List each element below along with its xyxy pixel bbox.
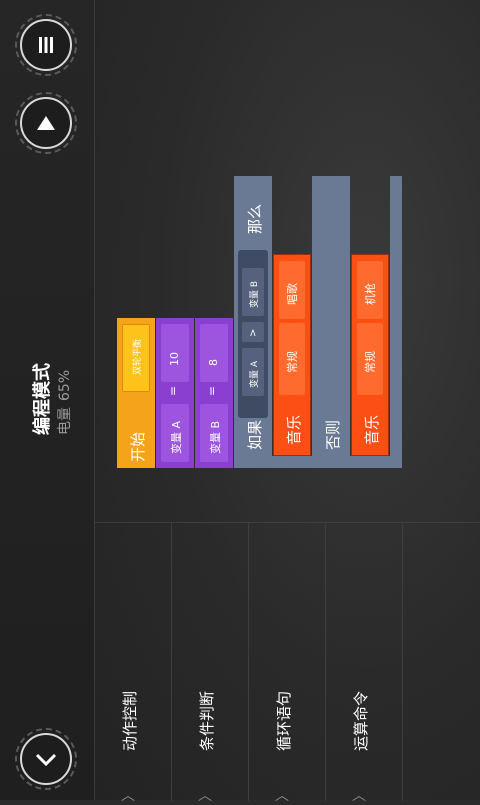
music-2-type: 常规: [364, 351, 377, 373]
if-block[interactable]: 那么 变量 B > 变量 A 如果: [234, 176, 272, 468]
left-panel: 编程模式 电量 65%: [0, 0, 95, 800]
category-condition[interactable]: 条件判断 ︿: [172, 523, 249, 804]
battery-label: 电量: [57, 407, 73, 435]
music-block-2[interactable]: 机枪 常规 音乐: [351, 254, 389, 456]
if-condition[interactable]: 变量 B > 变量 A: [238, 250, 268, 418]
var-b-value-slot[interactable]: 8: [200, 324, 228, 382]
start-label: 开始: [129, 431, 147, 462]
music-1-song: 唱歌: [286, 283, 299, 305]
if-right-slot[interactable]: 变量 B: [242, 268, 264, 316]
chevron-up-icon: ︿: [352, 788, 366, 804]
var-a-value-slot[interactable]: 10: [161, 324, 189, 382]
category-bar: 动作控制 ︿ 条件判断 ︿ 循环语句 ︿ 运算命令 ︿: [95, 522, 480, 804]
var-a-block[interactable]: 10 = 变量 A: [156, 318, 194, 468]
scroll-down-button[interactable]: [15, 728, 77, 790]
music-1-song-slot[interactable]: 唱歌: [279, 261, 305, 319]
music-2-song: 机枪: [364, 283, 377, 305]
music-1-label: 音乐: [285, 414, 303, 445]
else-block[interactable]: 否则: [312, 176, 350, 468]
if-left-slot[interactable]: 变量 A: [242, 348, 264, 396]
category-label: 运算命令: [352, 690, 370, 751]
category-operation[interactable]: 运算命令 ︿: [326, 523, 403, 804]
category-label: 循环语句: [275, 690, 293, 751]
start-mode-text: 双轮平衡: [133, 338, 143, 375]
up-arrow-icon: [37, 116, 55, 130]
else-label: 否则: [324, 419, 342, 450]
category-label: 条件判断: [198, 690, 216, 751]
category-motion[interactable]: 动作控制 ︿: [95, 523, 172, 804]
if-left-operand: 变量 A: [250, 360, 260, 388]
if-op-slot[interactable]: >: [242, 322, 264, 342]
var-a-value: 10: [168, 352, 181, 366]
music-2-type-slot[interactable]: 常规: [357, 323, 383, 395]
music-2-song-slot[interactable]: 机枪: [357, 261, 383, 319]
if-end-bar: [390, 176, 402, 468]
chevron-up-icon: ︿: [275, 788, 289, 804]
battery-value: 65%: [57, 369, 73, 401]
start-mode-slot[interactable]: 双轮平衡: [122, 324, 150, 392]
var-b-op: =: [205, 385, 219, 396]
var-b-name: 变量 B: [209, 420, 222, 454]
if-right-operand: 变量 B: [250, 280, 260, 308]
page-title: 编程模式: [32, 363, 53, 435]
if-operator: >: [248, 328, 259, 337]
music-1-type-slot[interactable]: 常规: [279, 323, 305, 395]
if-bottom-bar: [234, 456, 402, 468]
var-b-value: 8: [207, 359, 220, 366]
chevron-up-icon: ︿: [198, 788, 212, 804]
chevron-up-icon: ︿: [121, 788, 135, 804]
category-loop[interactable]: 循环语句 ︿: [249, 523, 326, 804]
music-1-type: 常规: [286, 351, 299, 373]
chevron-down-icon: [35, 753, 57, 766]
battery-status: 电量 65%: [54, 370, 74, 435]
var-a-name: 变量 A: [170, 420, 183, 454]
scroll-up-button[interactable]: [15, 92, 77, 154]
music-2-label: 音乐: [363, 414, 381, 445]
var-b-block[interactable]: 8 = 变量 B: [195, 318, 233, 468]
menu-button[interactable]: [15, 14, 77, 76]
if-then-label: 那么: [246, 203, 264, 234]
start-block[interactable]: 双轮平衡 开始: [117, 318, 155, 468]
if-keyword: 如果: [246, 419, 264, 450]
var-a-op: =: [166, 385, 180, 396]
category-label: 动作控制: [121, 690, 139, 751]
var-a-name-slot[interactable]: 变量 A: [161, 404, 189, 462]
var-b-name-slot[interactable]: 变量 B: [200, 404, 228, 462]
music-block-1[interactable]: 唱歌 常规 音乐: [273, 254, 311, 456]
menu-icon: [39, 37, 53, 53]
